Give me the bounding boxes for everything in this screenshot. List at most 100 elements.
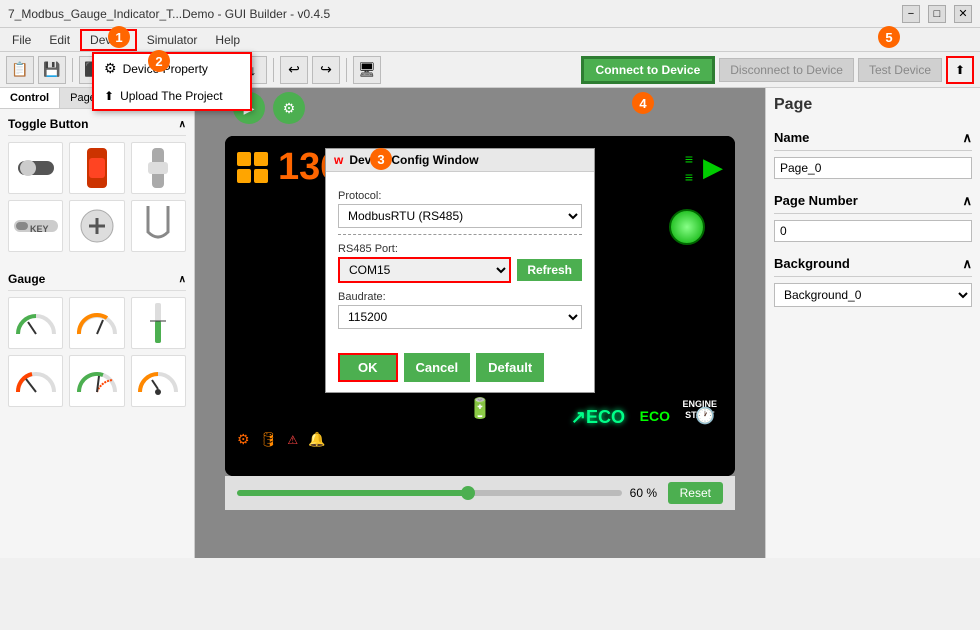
rs485-label: RS485 Port: <box>338 243 582 255</box>
toggle-section-title: Toggle Button <box>8 117 88 131</box>
menu-bar: File Edit Device Simulator Help <box>0 28 980 52</box>
toolbar-sep3 <box>346 58 347 82</box>
fuel-warn-icon: ⚠ <box>287 433 298 447</box>
right-panel: Page Name ∧ Page Number ∧ Background ∧ B… <box>765 88 980 558</box>
toolbar-clipboard[interactable]: 📋 <box>6 56 34 84</box>
minimize-button[interactable]: − <box>902 5 920 23</box>
name-input[interactable] <box>774 157 972 179</box>
canvas-top-bar: ▶ ⚙ <box>225 88 735 128</box>
name-section-header: Name ∧ <box>774 126 972 151</box>
gauge-chevron-icon: ∧ <box>179 274 186 285</box>
device-config-dialog: w Device Config Window Protocol: ModbusR… <box>325 148 595 393</box>
widget-gauge2[interactable] <box>69 297 124 349</box>
background-select[interactable]: Background_0 <box>774 283 972 307</box>
widget-toggle1[interactable] <box>8 142 63 194</box>
slider-fill <box>237 490 468 496</box>
upload-project-label: Upload The Project <box>120 89 223 103</box>
widget-gauge3[interactable] <box>131 297 186 349</box>
refresh-button[interactable]: Refresh <box>517 259 582 281</box>
connect-to-device-button[interactable]: Connect to Device <box>581 56 716 84</box>
slider-track[interactable] <box>237 490 622 496</box>
upload-highlight-button[interactable]: ⬆ <box>946 56 974 84</box>
page-number-label: Page Number <box>774 193 858 209</box>
toolbar-sep2 <box>273 58 274 82</box>
device-dropdown: ⚙ Device Property ⬆ Upload The Project <box>92 52 252 111</box>
canvas-gear-button[interactable]: ⚙ <box>273 92 305 124</box>
upload-project-item[interactable]: ⬆ Upload The Project <box>94 83 250 109</box>
main-area: Control Page Device Toggle Button ∧ <box>0 88 980 558</box>
baudrate-select[interactable]: 115200 <box>338 305 582 329</box>
warning-icons-bar: ⚙ 🛢 ⚠ 🔔 <box>237 431 326 448</box>
widget-toggle2[interactable] <box>69 142 124 194</box>
widget-toggle6[interactable] <box>131 200 186 252</box>
toolbar-monitor[interactable]: 🖥 <box>353 56 381 84</box>
clock-icon: 🕐 <box>695 406 715 426</box>
slider-thumb[interactable] <box>461 486 475 500</box>
green-button[interactable] <box>669 209 705 245</box>
widget-toggle5[interactable] <box>69 200 124 252</box>
widget-toggle3[interactable] <box>131 142 186 194</box>
annotation-4: 4 <box>632 92 654 114</box>
port-select[interactable]: COM15 <box>338 257 511 283</box>
light2-icon: ≡ <box>685 169 693 185</box>
device-property-item[interactable]: ⚙ Device Property <box>94 54 250 83</box>
menu-simulator[interactable]: Simulator <box>139 31 206 49</box>
background-section-header: Background ∧ <box>774 252 972 277</box>
dialog-title-bar: w Device Config Window <box>326 149 594 172</box>
widget-gauge4[interactable] <box>8 355 63 407</box>
gauge-section-header: Gauge ∧ <box>8 268 186 291</box>
protocol-label: Protocol: <box>338 190 582 202</box>
close-button[interactable]: ✕ <box>954 5 972 23</box>
default-button[interactable]: Default <box>476 353 544 382</box>
eco-area: ↗ECO <box>571 407 625 428</box>
title-bar-text: 7_Modbus_Gauge_Indicator_T...Demo - GUI … <box>8 7 330 21</box>
baudrate-row: 115200 <box>338 305 582 329</box>
menu-file[interactable]: File <box>4 31 39 49</box>
page-title: Page <box>774 96 972 114</box>
page-number-section-header: Page Number ∧ <box>774 189 972 214</box>
baudrate-label: Baudrate: <box>338 291 582 303</box>
ok-button[interactable]: OK <box>338 353 398 382</box>
menu-edit[interactable]: Edit <box>41 31 78 49</box>
cancel-button[interactable]: Cancel <box>404 353 471 382</box>
menu-help[interactable]: Help <box>207 31 248 49</box>
undo-icon: ↩ <box>288 61 300 78</box>
toggle-widget-grid: KEY <box>8 142 186 252</box>
slider-bar: 60 % Reset <box>225 476 735 510</box>
page-number-row <box>774 220 972 242</box>
redo-icon: ↪ <box>320 61 332 78</box>
reset-button[interactable]: Reset <box>668 482 723 504</box>
widget-toggle4[interactable]: KEY <box>8 200 63 252</box>
page-number-input[interactable] <box>774 220 972 242</box>
test-device-button[interactable]: Test Device <box>858 58 942 82</box>
gauge-section-title: Gauge <box>8 272 45 286</box>
slider-percentage: 60 % <box>630 486 660 500</box>
person-warn-icon: 🔔 <box>308 431 325 448</box>
disconnect-device-button[interactable]: Disconnect to Device <box>719 58 854 82</box>
toolbar-undo[interactable]: ↩ <box>280 56 308 84</box>
toolbar-save[interactable]: 💾 <box>38 56 66 84</box>
dialog-title-text: Device Config Window <box>349 153 478 167</box>
widget-gauge1[interactable] <box>8 297 63 349</box>
battery-icon: 🔋 <box>468 396 493 421</box>
name-chevron-icon: ∧ <box>962 130 972 146</box>
toolbar-redo[interactable]: ↪ <box>312 56 340 84</box>
widget-gauge6[interactable] <box>131 355 186 407</box>
protocol-select[interactable]: ModbusRTU (RS485) <box>338 204 582 228</box>
monitor-icon: 🖥 <box>358 61 376 78</box>
light1-icon: ≡ <box>685 151 693 167</box>
oil-warn-icon: 🛢 <box>260 431 278 448</box>
toggle-section-header: Toggle Button ∧ <box>8 113 186 136</box>
widget-gauge5[interactable] <box>69 355 124 407</box>
name-row <box>774 157 972 179</box>
name-label: Name <box>774 130 809 146</box>
annotation-3: 3 <box>370 148 392 170</box>
left-panel: Control Page Device Toggle Button ∧ <box>0 88 195 558</box>
background-label: Background <box>774 256 850 272</box>
annotation-5: 5 <box>878 26 900 48</box>
toolbar-sep1 <box>72 58 73 82</box>
canvas-area: ▶ ⚙ <box>195 88 765 558</box>
eco-badge: ECO <box>640 408 670 424</box>
maximize-button[interactable]: □ <box>928 5 946 23</box>
tab-control[interactable]: Control <box>0 88 60 108</box>
